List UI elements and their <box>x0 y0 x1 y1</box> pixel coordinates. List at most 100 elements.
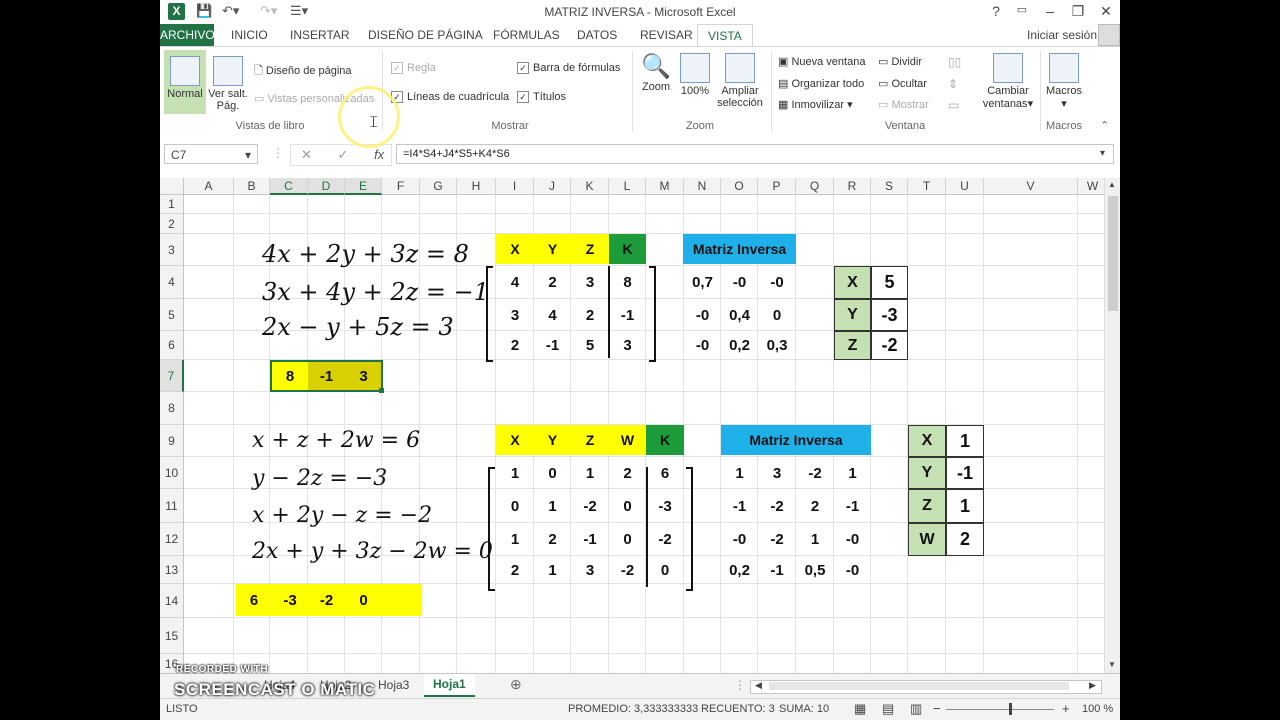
result-value[interactable]: -3 <box>871 299 908 331</box>
row-header[interactable]: 4 <box>160 266 184 299</box>
h-scroll-thumb[interactable] <box>769 682 1069 690</box>
result-label[interactable]: X <box>834 266 871 299</box>
matrix-cell[interactable]: 4 <box>534 299 571 331</box>
matrix-header-cell[interactable]: Z <box>571 234 609 264</box>
column-header[interactable]: H <box>457 178 496 195</box>
column-header[interactable]: T <box>908 178 946 195</box>
page-break-view-button[interactable]: Ver salt. Pág. <box>206 50 250 114</box>
column-header[interactable]: S <box>871 178 908 195</box>
column-header[interactable]: F <box>382 178 420 195</box>
check-cell[interactable]: -3 <box>272 584 308 616</box>
add-sheet-icon[interactable]: ⊕ <box>510 676 522 693</box>
check-cell[interactable]: 0 <box>345 584 382 616</box>
ruler-checkbox[interactable]: ✓ Regla <box>391 62 436 75</box>
scroll-up-icon[interactable]: ▲ <box>1108 180 1116 189</box>
inverse-cell[interactable]: 0 <box>758 299 796 331</box>
check-cell[interactable]: -2 <box>308 584 345 616</box>
matrix-cell[interactable]: 3 <box>571 556 609 584</box>
column-header[interactable]: J <box>534 178 571 195</box>
row-header[interactable]: 10 <box>160 457 184 489</box>
row-header[interactable]: 5 <box>160 299 184 331</box>
inverse-cell[interactable]: -0 <box>834 523 871 556</box>
normal-view-button[interactable]: Normal <box>164 50 206 114</box>
row-header[interactable]: 2 <box>160 214 184 234</box>
worksheet-grid[interactable]: A B C D E F G H I J K L M N O P Q R S T U V W 1 2 3 4 5 6 7 8 9 10 11 12 13… <box>160 178 1104 673</box>
row-header[interactable]: 12 <box>160 523 184 556</box>
column-header[interactable]: N <box>684 178 721 195</box>
insert-function-icon[interactable]: fx <box>374 147 384 162</box>
zoom-level[interactable]: 100 % <box>1082 703 1113 715</box>
result-label[interactable]: Z <box>834 331 871 360</box>
tab-inicio[interactable]: INICIO <box>231 28 268 42</box>
inverse-title[interactable]: Matriz Inversa <box>683 234 796 264</box>
row-header[interactable]: 8 <box>160 392 184 425</box>
page-layout-view-icon[interactable]: ▤ <box>882 701 894 717</box>
tab-revisar[interactable]: REVISAR <box>640 28 693 42</box>
signin-link[interactable]: Iniciar sesión <box>1027 28 1097 42</box>
zoom-100-button[interactable]: 100% <box>678 53 712 97</box>
column-header[interactable]: A <box>184 178 234 195</box>
inverse-cell[interactable]: -2 <box>758 489 796 523</box>
arrange-all-button[interactable]: ▤ Organizar todo <box>778 77 864 90</box>
tab-archivo[interactable]: ARCHIVO <box>160 24 215 46</box>
column-header[interactable]: M <box>646 178 684 195</box>
matrix-cell[interactable]: 3 <box>571 266 609 299</box>
matrix-cell[interactable]: 2 <box>534 523 571 556</box>
inverse-cell[interactable]: 2 <box>796 489 834 523</box>
inverse-cell[interactable]: -2 <box>796 457 834 489</box>
zoom-button[interactable]: 🔍 Zoom <box>638 53 674 93</box>
row-header[interactable]: 15 <box>160 618 184 654</box>
inverse-cell[interactable]: 1 <box>721 457 758 489</box>
matrix-cell[interactable]: 1 <box>496 457 534 489</box>
matrix-cell[interactable]: -1 <box>609 299 646 331</box>
headings-checkbox[interactable]: ✓ Títulos <box>517 91 566 104</box>
split-button[interactable]: ▭ Dividir <box>878 55 922 68</box>
scroll-down-icon[interactable]: ▼ <box>1108 660 1116 669</box>
result-value[interactable]: 1 <box>946 489 984 523</box>
result-label[interactable]: W <box>908 523 946 556</box>
matrix-header-cell[interactable]: W <box>609 425 646 455</box>
inverse-cell[interactable]: -2 <box>758 523 796 556</box>
inverse-cell[interactable]: -0 <box>684 331 721 360</box>
scroll-thumb[interactable] <box>1108 196 1118 311</box>
column-header[interactable]: C <box>270 178 308 195</box>
hide-button[interactable]: ▭ Ocultar <box>878 77 927 90</box>
tab-formulas[interactable]: FÓRMULAS <box>493 28 560 42</box>
inverse-cell[interactable]: 3 <box>758 457 796 489</box>
matrix-cell[interactable]: 2 <box>571 299 609 331</box>
column-header[interactable]: G <box>420 178 457 195</box>
name-box[interactable]: C7 ▾ <box>164 144 258 164</box>
inverse-cell[interactable]: -0 <box>684 299 721 331</box>
tab-datos[interactable]: DATOS <box>577 28 617 42</box>
column-header[interactable]: Q <box>796 178 834 195</box>
normal-view-icon[interactable]: ▦ <box>854 701 866 717</box>
matrix-header-cell[interactable]: Y <box>534 425 571 455</box>
check-cell[interactable]: 3 <box>345 362 382 390</box>
column-header[interactable]: R <box>834 178 871 195</box>
matrix-cell[interactable]: -1 <box>534 331 571 360</box>
zoom-selection-button[interactable]: Ampliar selección <box>714 53 766 109</box>
matrix-cell[interactable]: 1 <box>534 489 571 523</box>
side-by-side-icon[interactable]: ▯▯ <box>948 55 961 69</box>
matrix-cell[interactable]: -2 <box>571 489 609 523</box>
row-header[interactable]: 6 <box>160 331 184 360</box>
result-value[interactable]: 2 <box>946 523 984 556</box>
scroll-left-icon[interactable]: ◀ <box>755 680 762 691</box>
matrix-cell[interactable]: -1 <box>571 523 609 556</box>
matrix-cell[interactable]: 2 <box>534 266 571 299</box>
vertical-scrollbar[interactable]: ▲ ▼ <box>1104 178 1120 673</box>
matrix-cell[interactable]: 4 <box>496 266 534 299</box>
inverse-cell[interactable]: 0,2 <box>721 556 758 584</box>
result-value[interactable]: 5 <box>871 266 908 299</box>
matrix-cell[interactable]: 2 <box>609 457 646 489</box>
matrix-cell[interactable]: -2 <box>646 523 684 556</box>
matrix-cell[interactable]: 6 <box>646 457 684 489</box>
row-header[interactable]: 1 <box>160 195 184 214</box>
matrix-cell[interactable]: 0 <box>609 489 646 523</box>
matrix-cell[interactable]: 1 <box>571 457 609 489</box>
zoom-slider[interactable] <box>946 709 1054 710</box>
sheet-tab-hoja3[interactable]: Hoja3 <box>378 678 409 692</box>
column-header[interactable]: W <box>1078 178 1104 195</box>
minimize-button[interactable]: – <box>1040 3 1060 19</box>
column-header[interactable]: P <box>758 178 796 195</box>
